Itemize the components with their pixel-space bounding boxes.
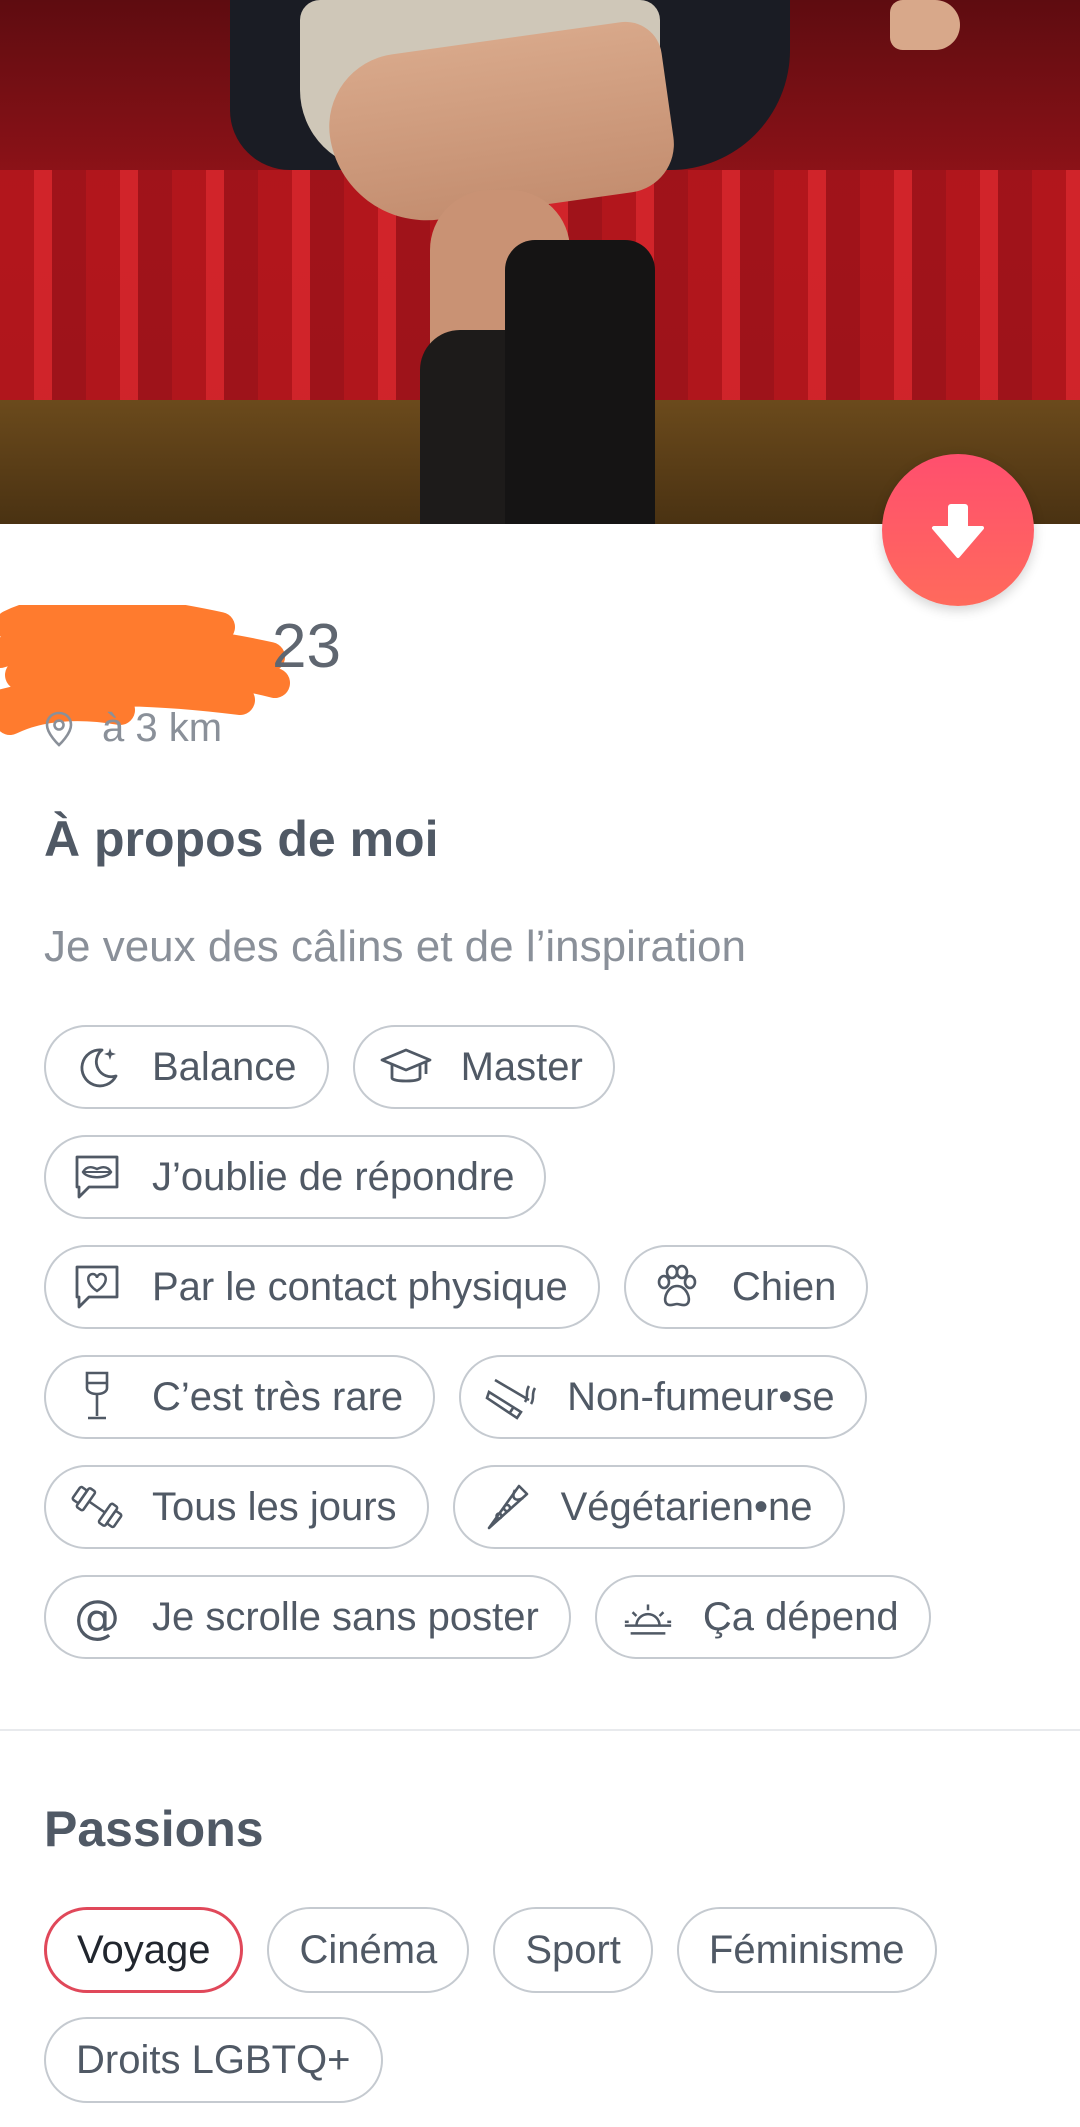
passion-chip-voyage: Voyage — [44, 1907, 244, 1993]
cigarette-icon — [485, 1370, 539, 1424]
chip-sleep-label: Ça dépend — [702, 1594, 899, 1639]
passion-chip-cinema: Cinéma — [267, 1907, 470, 1993]
passions-section-title: Passions — [44, 1801, 264, 1857]
chip-diet: Végétarien•ne — [452, 1465, 845, 1549]
chip-education-label: Master — [460, 1044, 583, 1089]
chip-workout-label: Tous les jours — [152, 1484, 397, 1529]
arrow-down-icon — [932, 504, 984, 558]
chip-diet-label: Végétarien•ne — [560, 1484, 813, 1529]
passions-list: Voyage Cinéma Sport Féminisme Droits LGB… — [44, 1907, 1064, 2127]
chip-pets: Chien — [623, 1245, 869, 1329]
chip-zodiac: Balance — [44, 1025, 329, 1109]
chip-pets-label: Chien — [731, 1264, 837, 1309]
pizza-icon — [479, 1480, 533, 1534]
profile-distance: à 3 km — [44, 706, 222, 751]
photo-hand — [890, 0, 960, 50]
chip-social-media: @ Je scrolle sans poster — [44, 1575, 571, 1659]
profile-age: 23 — [272, 612, 341, 681]
chip-love-language: Par le contact physique — [44, 1245, 600, 1329]
chip-love-language-label: Par le contact physique — [152, 1264, 568, 1309]
chip-smoking: Non-fumeur•se — [459, 1355, 867, 1439]
passion-chip-sport: Sport — [493, 1907, 653, 1993]
profile-info-chips: Balance Master J’oublie de répondre Par … — [44, 1025, 1044, 1685]
profile-photo[interactable] — [0, 0, 1080, 524]
dumbbell-icon — [70, 1480, 124, 1534]
about-bio-text: Je veux des câlins et de l’inspiration — [44, 922, 746, 971]
paw-icon — [650, 1260, 704, 1314]
moon-stars-icon — [70, 1040, 124, 1094]
collapse-profile-button[interactable] — [882, 454, 1034, 606]
chip-drinking-label: C’est très rare — [152, 1374, 404, 1419]
chip-drinking: C’est très rare — [44, 1355, 436, 1439]
sunrise-icon — [621, 1590, 675, 1644]
about-section-title: À propos de moi — [44, 811, 439, 867]
at-sign-icon: @ — [74, 1590, 120, 1644]
chip-communication: J’oublie de répondre — [44, 1135, 547, 1219]
chip-communication-label: J’oublie de répondre — [152, 1154, 515, 1199]
chip-social-media-label: Je scrolle sans poster — [152, 1594, 539, 1639]
location-pin-icon — [45, 711, 73, 747]
graduation-cap-icon — [379, 1040, 433, 1094]
photo-boot — [505, 240, 655, 524]
section-divider — [0, 1729, 1080, 1731]
heart-message-icon — [70, 1260, 124, 1314]
chip-education: Master — [352, 1025, 615, 1109]
chip-sleep: Ça dépend — [594, 1575, 931, 1659]
profile-name-row: 23 — [0, 605, 600, 735]
chip-smoking-label: Non-fumeur•se — [567, 1374, 835, 1419]
chip-zodiac-label: Balance — [152, 1044, 297, 1089]
chip-workout: Tous les jours — [44, 1465, 429, 1549]
wine-glass-icon — [70, 1370, 124, 1424]
distance-text: à 3 km — [102, 706, 223, 750]
lips-message-icon — [70, 1150, 124, 1204]
passion-chip-feminisme: Féminisme — [676, 1907, 937, 1993]
passion-chip-droits-lgbtq: Droits LGBTQ+ — [44, 2017, 383, 2103]
